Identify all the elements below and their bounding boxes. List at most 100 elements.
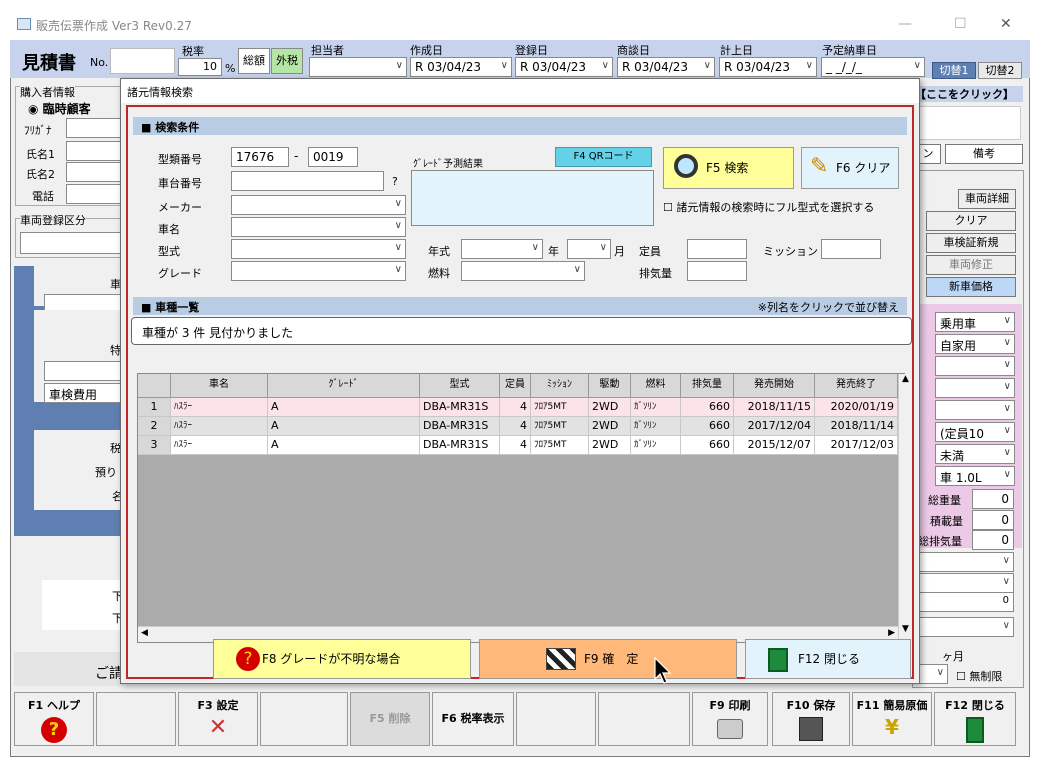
f4-key[interactable] — [260, 692, 348, 746]
confirm-button[interactable]: F9 確 定 — [479, 639, 737, 679]
delivery-date[interactable]: _ _/_/_ — [821, 57, 925, 77]
qr-code-button[interactable]: F4 QRコード — [555, 147, 652, 167]
table-row[interactable]: 2 ﾊｽﾗｰ A DBA-MR31S 4 ﾌﾛｱ5MT 2WD ｶﾞｿﾘﾝ 660 2017/12… — [138, 417, 898, 436]
scroll-right-icon[interactable]: ▶ — [888, 628, 895, 638]
mission-input[interactable] — [821, 239, 881, 259]
scroll-up-icon[interactable]: ▲ — [899, 374, 912, 384]
type-no-input-1[interactable]: 17676 — [231, 147, 289, 167]
table-row[interactable]: 3 ﾊｽﾗｰ A DBA-MR31S 4 ﾌﾛｱ5MT 2WD ｶﾞｿﾘﾝ 660 2015/12… — [138, 436, 898, 455]
gross-weight-input[interactable]: 0 — [972, 489, 1014, 509]
f2-key[interactable] — [96, 692, 176, 746]
vertical-scrollbar[interactable]: ▲ ▼ — [898, 374, 912, 642]
registered-date[interactable]: R 03/04/23 — [515, 57, 613, 77]
inspection-new-button[interactable]: 車検証新規 — [926, 233, 1016, 253]
reg-class-input[interactable] — [20, 232, 123, 254]
new-price-button[interactable]: 新車価格 — [926, 277, 1016, 297]
type-no-input-2[interactable]: 0019 — [308, 147, 358, 167]
maximize-icon[interactable]: ☐ — [954, 16, 967, 32]
radio-temp-customer[interactable]: ◉ 臨時顧客 — [28, 100, 91, 117]
class-select-2[interactable]: 自家用 — [935, 334, 1015, 354]
clear-button-bg[interactable]: クリア — [926, 211, 1016, 231]
name1-input[interactable] — [66, 141, 122, 161]
col-header[interactable]: 駆動 — [589, 374, 631, 398]
chassis-input[interactable] — [231, 171, 384, 191]
row-number: 1 — [138, 398, 171, 417]
model-select[interactable] — [231, 239, 406, 259]
type-no-dash: - — [294, 149, 299, 163]
staff-label: 担当者 — [311, 44, 344, 57]
total-disp-input[interactable]: 0 — [972, 530, 1014, 550]
right-zero-input[interactable]: 0 — [918, 592, 1014, 612]
switch1-button[interactable]: 切替1 — [932, 62, 976, 79]
col-header[interactable]: 車名 — [171, 374, 268, 398]
month-select[interactable] — [567, 239, 611, 259]
col-header[interactable]: ﾐｯｼｮﾝ — [531, 374, 589, 398]
tax-rate-input[interactable]: 10 — [178, 58, 222, 76]
table-row[interactable]: 1 ﾊｽﾗｰ A DBA-MR31S 4 ﾌﾛｱ5MT 2WD ｶﾞｿﾘﾝ 660 2018/11… — [138, 398, 898, 417]
car-name-select[interactable] — [231, 217, 406, 237]
meeting-date[interactable]: R 03/04/23 — [617, 57, 715, 77]
fuel-select[interactable] — [461, 261, 585, 281]
click-here-banner[interactable]: 【ここをクリック】 — [915, 86, 1023, 102]
f5-delete-key[interactable]: F5 削除 — [350, 692, 430, 746]
class-select-6[interactable]: (定員10 — [935, 422, 1015, 442]
staff-select[interactable] — [309, 57, 407, 77]
grade-unknown-button[interactable]: ? F8 グレードが不明な場合 — [213, 639, 471, 679]
right-select-a[interactable] — [918, 552, 1014, 572]
tab-note[interactable]: 備考 — [945, 144, 1023, 164]
f6-tax-display-key[interactable]: F6 税率表示 — [432, 692, 514, 746]
col-header[interactable]: 燃料 — [631, 374, 681, 398]
full-model-checkbox[interactable]: ☐ 諸元情報の検索時にフル型式を選択する — [663, 199, 874, 215]
f7-key[interactable] — [516, 692, 596, 746]
f3-settings-key[interactable]: F3 設定 ✕ — [178, 692, 258, 746]
close-icon[interactable]: ✕ — [1000, 16, 1012, 32]
f11-cost-key[interactable]: F11 簡易原価 ¥ — [852, 692, 932, 746]
booked-date[interactable]: R 03/04/23 — [719, 57, 817, 77]
cost-input-2[interactable] — [44, 361, 123, 381]
f9-print-key[interactable]: F9 印刷 — [692, 692, 768, 746]
vehicle-detail-button[interactable]: 車両詳細 — [958, 189, 1016, 209]
class-select-7[interactable]: 未満 — [935, 444, 1015, 464]
capacity-input[interactable] — [687, 239, 747, 259]
class-select-8[interactable]: 車 1.0L — [935, 466, 1015, 486]
col-header[interactable]: 型式 — [420, 374, 500, 398]
f1-help-key[interactable]: F1 ヘルプ? — [14, 692, 94, 746]
dialog-close-button[interactable]: F12 閉じる — [745, 639, 911, 679]
col-header[interactable]: ｸﾞﾚｰﾄﾞ — [268, 374, 420, 398]
displacement-input[interactable] — [687, 261, 747, 281]
col-header[interactable]: 発売開始 — [734, 374, 815, 398]
phone-input[interactable] — [66, 184, 122, 204]
tax-ex-toggle[interactable]: 外税 — [271, 48, 303, 74]
col-header[interactable]: 定員 — [500, 374, 531, 398]
f10-save-key[interactable]: F10 保存 — [772, 692, 850, 746]
class-select-3[interactable] — [935, 356, 1015, 376]
months-select[interactable] — [918, 664, 948, 684]
inspection-fee-field[interactable]: 車検費用 — [44, 383, 123, 403]
doc-no-input[interactable] — [110, 48, 175, 74]
clear-button[interactable]: ✎ F6 クリア — [801, 147, 899, 189]
furigana-input[interactable] — [66, 118, 122, 138]
minimize-icon[interactable]: — — [898, 16, 912, 32]
year-select[interactable] — [461, 239, 543, 259]
right-select-b[interactable] — [918, 573, 1014, 593]
col-header[interactable]: 排気量 — [681, 374, 734, 398]
grade-select[interactable] — [231, 261, 406, 281]
load-weight-input[interactable]: 0 — [972, 510, 1014, 530]
class-select-1[interactable]: 乗用車 — [935, 312, 1015, 332]
name2-input[interactable] — [66, 162, 122, 182]
scroll-down-icon[interactable]: ▼ — [899, 624, 912, 634]
search-button[interactable]: F5 検索 — [663, 147, 794, 189]
vehicle-fix-button[interactable]: 車両修正 — [926, 255, 1016, 275]
f12-close-key[interactable]: F12 閉じる — [934, 692, 1016, 746]
tax-total-toggle[interactable]: 総額 — [238, 48, 270, 74]
right-select-c[interactable] — [918, 617, 1014, 637]
scroll-left-icon[interactable]: ◀ — [141, 628, 148, 638]
unlimited-check[interactable]: ☐ 無制限 — [956, 668, 1002, 684]
class-select-5[interactable] — [935, 400, 1015, 420]
created-date[interactable]: R 03/04/23 — [410, 57, 512, 77]
maker-select[interactable] — [231, 195, 406, 215]
f8-key[interactable] — [598, 692, 690, 746]
class-select-4[interactable] — [935, 378, 1015, 398]
switch2-button[interactable]: 切替2 — [978, 62, 1022, 79]
col-header[interactable]: 発売終了 — [815, 374, 898, 398]
